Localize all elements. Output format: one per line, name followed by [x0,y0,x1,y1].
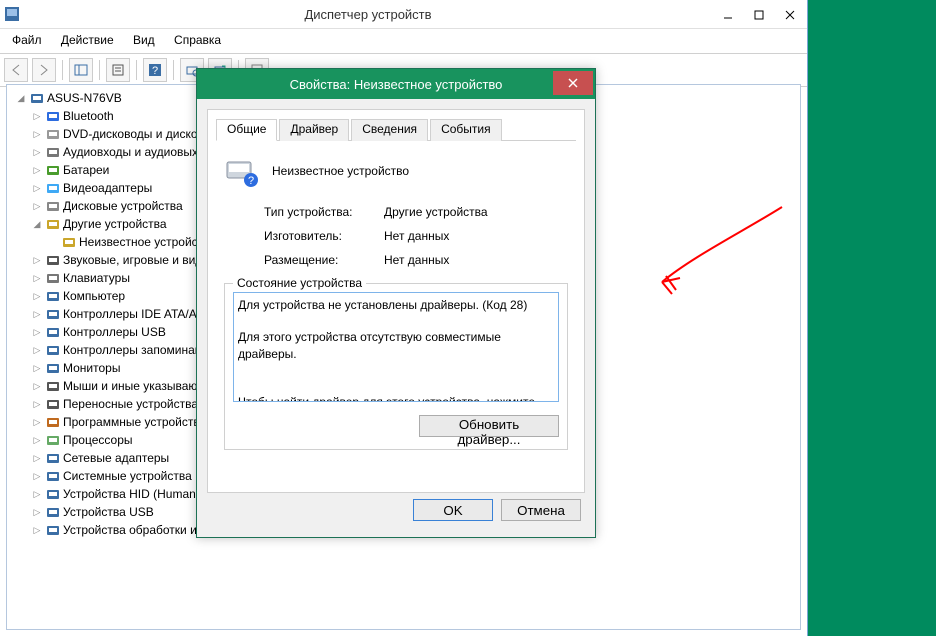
type-value: Другие устройства [384,205,568,219]
dialog-titlebar: Свойства: Неизвестное устройство [197,69,595,99]
dialog-body: Общие Драйвер Сведения События ? Неизвес… [207,109,585,493]
img-icon [45,522,61,538]
tree-node-label: Процессоры [63,433,133,447]
mon-icon [45,360,61,376]
nav-back-button[interactable] [4,58,28,82]
close-button[interactable] [775,3,805,27]
svg-text:?: ? [152,65,158,77]
tree-node-label: Клавиатуры [63,271,130,285]
svg-text:?: ? [248,175,254,187]
tree-node-label: Переносные устройства [63,397,198,411]
minimize-button[interactable] [713,3,743,27]
mse-icon [45,378,61,394]
type-label: Тип устройства: [264,205,384,219]
dialog-title: Свойства: Неизвестное устройство [197,77,595,92]
menu-file[interactable]: Файл [4,31,50,49]
maximize-button[interactable] [744,3,774,27]
tree-node-label: Программные устройства [63,415,206,429]
tree-node-label: Контроллеры USB [63,325,166,339]
sw-icon [45,414,61,430]
bat-icon [45,162,61,178]
unk-icon [45,216,61,232]
pc-icon [45,288,61,304]
tabstrip: Общие Драйвер Сведения События [216,118,576,141]
net-icon [45,450,61,466]
menu-view[interactable]: Вид [125,31,163,49]
computer-icon [29,90,45,106]
status-group: Состояние устройства Обновить драйвер... [224,283,568,450]
menu-action[interactable]: Действие [53,31,122,49]
properties-dialog: Свойства: Неизвестное устройство Общие Д… [196,68,596,538]
status-group-title: Состояние устройства [233,276,366,290]
tree-node-label: Устройства USB [63,505,154,519]
disk-icon [45,198,61,214]
loc-label: Размещение: [264,253,384,267]
status-textarea[interactable] [233,292,559,402]
hid-icon [45,486,61,502]
mem-icon [45,342,61,358]
cpu-icon [45,432,61,448]
tree-node-label: Мониторы [63,361,120,375]
device-big-icon: ? [224,153,260,189]
port-icon [45,396,61,412]
cancel-button[interactable]: Отмена [501,499,581,521]
dialog-footer: OK Отмена [197,499,595,529]
show-hide-tree-button[interactable] [69,58,93,82]
tab-content-general: ? Неизвестное устройство Тип устройства:… [216,141,576,462]
kb-icon [45,270,61,286]
titlebar: Диспетчер устройств [0,0,807,29]
tree-node-label: Видеоадаптеры [63,181,152,195]
nav-fwd-button[interactable] [32,58,56,82]
unk-icon [61,234,77,250]
tree-node-label: Другие устройства [63,217,167,231]
usb-icon [45,504,61,520]
tree-node-label: Дисковые устройства [63,199,183,213]
tab-general[interactable]: Общие [216,119,277,141]
mfr-value: Нет данных [384,229,568,243]
ide-icon [45,306,61,322]
tab-details[interactable]: Сведения [351,119,428,141]
sys-icon [45,468,61,484]
tree-node-label: Батареи [63,163,109,177]
menubar: Файл Действие Вид Справка [0,29,807,54]
tree-node-label: Компьютер [63,289,125,303]
snd-icon [45,144,61,160]
dvd-icon [45,126,61,142]
mfr-label: Изготовитель: [264,229,384,243]
vid-icon [45,180,61,196]
tree-node-label: Сетевые адаптеры [63,451,169,465]
tab-driver[interactable]: Драйвер [279,119,349,141]
spk-icon [45,252,61,268]
properties-button[interactable] [106,58,130,82]
ok-button[interactable]: OK [413,499,493,521]
tree-node-label: Bluetooth [63,109,114,123]
tab-events[interactable]: События [430,119,502,141]
dialog-close-button[interactable] [553,71,593,95]
device-name-label: Неизвестное устройство [272,164,409,178]
bt-icon [45,108,61,124]
app-icon [0,7,24,21]
usb-icon [45,324,61,340]
tree-node-label: Системные устройства [63,469,192,483]
loc-value: Нет данных [384,253,568,267]
update-driver-button[interactable]: Обновить драйвер... [419,415,559,437]
window-title: Диспетчер устройств [24,7,712,22]
help-button[interactable]: ? [143,58,167,82]
menu-help[interactable]: Справка [166,31,229,49]
tree-root-label: ASUS-N76VB [47,91,122,105]
